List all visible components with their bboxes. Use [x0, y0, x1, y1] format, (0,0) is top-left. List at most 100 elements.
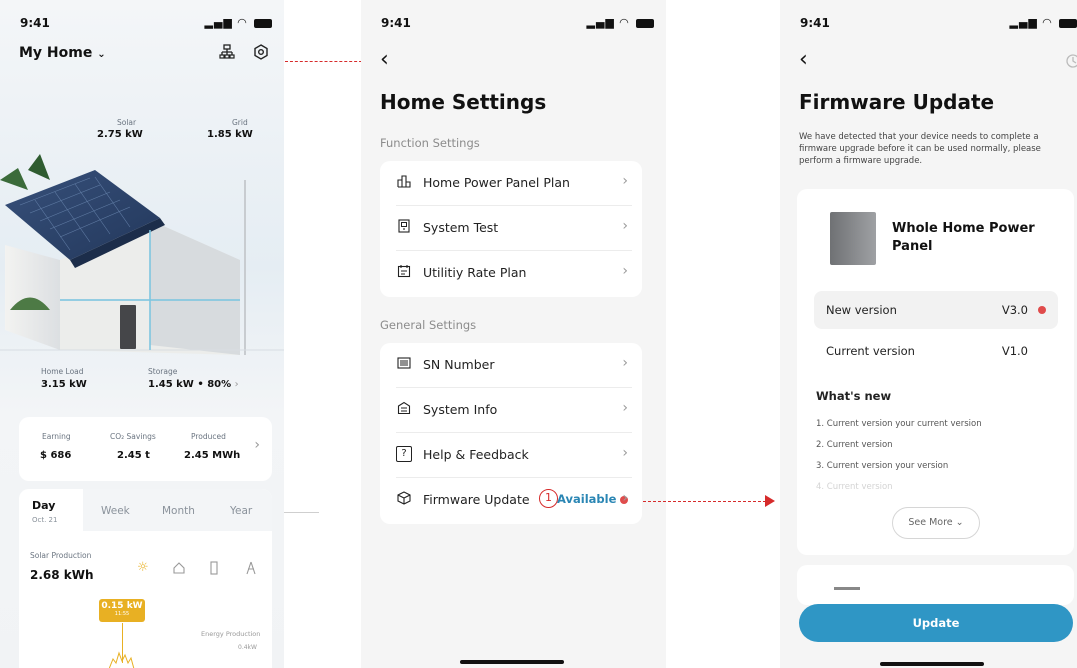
axis-value: 0.4kW [238, 644, 257, 651]
chevron-right-icon: › [234, 379, 239, 390]
production-card: Day Oct. 21 Week Month Year Solar Produc… [19, 489, 272, 668]
sun-icon[interactable]: ☼ [137, 560, 149, 575]
flow-arrow-line [285, 61, 367, 62]
back-button[interactable]: ‹ [799, 49, 808, 71]
topology-icon[interactable] [219, 44, 235, 64]
tab-month[interactable]: Month [162, 505, 195, 517]
tab-week[interactable]: Week [101, 505, 130, 517]
system-test-icon [396, 219, 412, 235]
home-load-label: Home Load [41, 367, 84, 376]
general-settings-label: General Settings [380, 318, 477, 332]
battery-storage-icon[interactable] [208, 560, 220, 579]
status-bar: 9:41 ▂▄▆ ◠ [780, 14, 1077, 34]
page-title: Home Settings [380, 90, 547, 114]
chevron-right-icon: › [254, 437, 260, 453]
status-time: 9:41 [381, 16, 411, 30]
new-version-row: New version V3.0 [814, 291, 1058, 329]
solar-value: 2.75 kW [97, 129, 143, 140]
device-thumbnail [834, 587, 860, 590]
device-name: Whole Home Power Panel [892, 221, 1035, 254]
home-dashboard-screen: 9:41 ▂▄▆ ◠ My Home ⌄ Solar 2.75 kW Grid … [0, 0, 284, 668]
tooltip-value: 0.15 kW [101, 601, 143, 611]
status-icons: ▂▄▆ ◠ [587, 16, 654, 29]
menu-item-system-info[interactable]: System Info › [380, 388, 642, 433]
storage-value-text: 1.45 kW • 80% [148, 379, 232, 390]
device-firmware-card-2 [797, 565, 1074, 605]
status-time: 9:41 [20, 16, 50, 30]
see-more-button[interactable]: See More ⌄ [892, 507, 980, 539]
status-icons: ▂▄▆ ◠ [1010, 16, 1077, 29]
tab-day-date: Oct. 21 [32, 516, 58, 524]
new-version-value: V3.0 [1001, 303, 1028, 317]
menu-item-firmware-update[interactable]: Firmware Update 1 Available › [380, 478, 642, 523]
new-version-label: New version [826, 303, 897, 317]
current-version-row: Current version V1.0 [814, 332, 1058, 370]
firmware-description: We have detected that your device needs … [799, 132, 1041, 166]
status-bar: 9:41 ▂▄▆ ◠ [0, 14, 284, 34]
menu-item-sn-number[interactable]: SN Number › [380, 343, 642, 388]
home-icon[interactable] [172, 560, 186, 579]
menu-item-home-power-panel-plan[interactable]: Home Power Panel Plan › [380, 161, 642, 206]
menu-item-label: Utilitiy Rate Plan [423, 265, 527, 280]
grid-value: 1.85 kW [207, 129, 253, 140]
production-value: 2.68 kWh [30, 568, 94, 582]
menu-item-label: System Info [423, 402, 498, 417]
function-settings-label: Function Settings [380, 136, 480, 150]
settings-gear-icon[interactable] [253, 44, 269, 64]
menu-item-label: Help & Feedback [423, 447, 529, 462]
co2-value: 2.45 t [117, 450, 150, 461]
help-icon: ? [396, 446, 412, 462]
device-firmware-card: Whole Home Power Panel New version V3.0 … [797, 189, 1074, 555]
menu-item-help-feedback[interactable]: ? Help & Feedback › [380, 433, 642, 478]
chevron-right-icon: › [622, 445, 628, 461]
flow-arrow-line [643, 501, 766, 502]
tooltip-time: 11:55 [114, 611, 130, 617]
back-button[interactable]: ‹ [380, 49, 389, 71]
status-icons: ▂▄▆ ◠ [205, 16, 272, 29]
menu-item-label: Home Power Panel Plan [423, 175, 570, 190]
status-time: 9:41 [800, 16, 830, 30]
chevron-right-icon: › [622, 173, 628, 189]
grid-label: Grid [232, 118, 248, 127]
menu-item-label: Firmware Update [423, 492, 530, 507]
chevron-down-icon: ⌄ [955, 517, 964, 528]
tab-day[interactable]: Day Oct. 21 [19, 489, 83, 531]
menu-item-system-test[interactable]: System Test › [380, 206, 642, 251]
menu-item-utility-rate-plan[interactable]: Utilitiy Rate Plan › [380, 251, 642, 296]
chevron-right-icon: › [622, 490, 628, 506]
firmware-icon [396, 491, 412, 507]
chevron-right-icon: › [622, 400, 628, 416]
chevron-right-icon: › [622, 218, 628, 234]
tab-year[interactable]: Year [230, 505, 252, 517]
canvas: 9:41 ▂▄▆ ◠ My Home ⌄ Solar 2.75 kW Grid … [0, 0, 1077, 668]
function-settings-group: Home Power Panel Plan › System Test › Ut… [380, 161, 642, 297]
home-load-value: 3.15 kW [41, 379, 87, 390]
home-indicator [880, 662, 984, 666]
home-indicator [460, 660, 564, 664]
menu-item-label: System Test [423, 220, 499, 235]
battery-icon [1059, 18, 1077, 28]
storage-label: Storage [148, 367, 178, 376]
summary-card[interactable]: Earning $ 686 CO₂ Savings 2.45 t Produce… [19, 417, 272, 481]
whats-new-item: 4. Current version [816, 482, 893, 492]
produced-value: 2.45 MWh [184, 450, 241, 461]
production-curve [109, 651, 135, 668]
current-version-label: Current version [826, 344, 915, 358]
history-icon[interactable] [1065, 53, 1077, 73]
system-info-icon [396, 401, 412, 417]
house-illustration [0, 154, 284, 355]
page-title: Firmware Update [799, 90, 995, 114]
home-selector-label: My Home [19, 45, 93, 61]
earning-value: $ 686 [40, 450, 72, 461]
whats-new-item: 2. Current version [816, 440, 893, 450]
update-button[interactable]: Update [799, 604, 1073, 642]
whats-new-item: 3. Current version your version [816, 461, 949, 471]
firmware-status-text: Available [557, 492, 617, 506]
home-selector[interactable]: My Home ⌄ [19, 45, 106, 61]
storage-value[interactable]: 1.45 kW • 80% › [148, 379, 239, 390]
grid-tower-icon[interactable] [245, 560, 257, 579]
rate-plan-icon [396, 264, 412, 280]
see-more-label: See More [908, 517, 953, 528]
current-version-value: V1.0 [1001, 344, 1028, 358]
legend-label: Energy Production [201, 630, 261, 638]
